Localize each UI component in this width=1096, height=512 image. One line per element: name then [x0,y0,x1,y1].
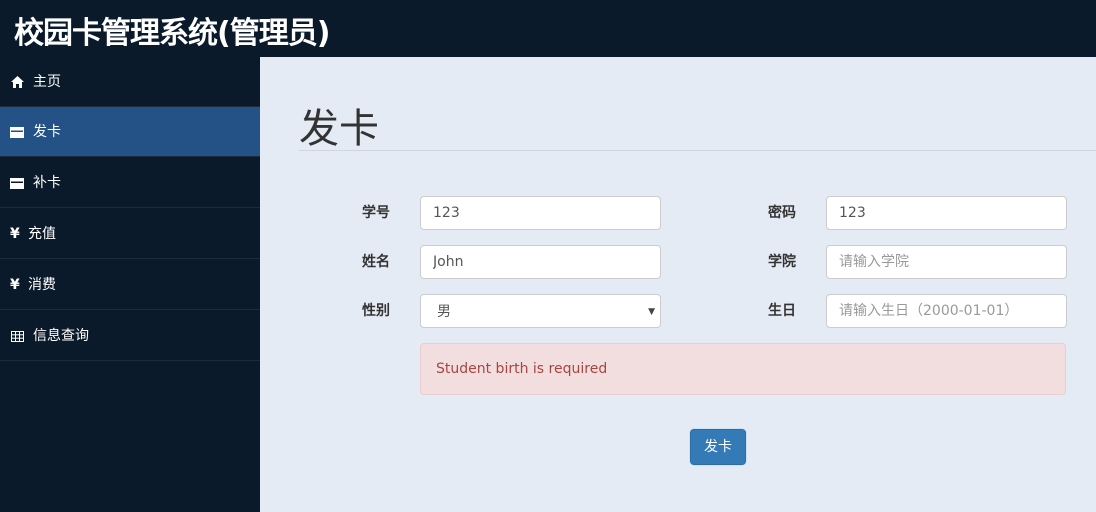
card-icon [10,125,24,139]
table-icon [10,329,24,343]
college-label: 学院 [768,254,796,270]
student-id-input[interactable] [420,196,661,230]
yen-icon: ¥ [10,226,20,242]
sidebar: 主页 发卡 补卡 ¥ 充值 ¥ 消费 信息查询 [0,57,260,512]
gender-label: 性别 [362,303,390,319]
birthday-input[interactable] [826,294,1067,328]
card-icon [10,176,24,190]
student-id-label: 学号 [362,205,390,221]
sidebar-item-label: 信息查询 [33,328,89,344]
gender-select[interactable]: 男 ▼ [420,294,661,328]
sidebar-item-home[interactable]: 主页 [0,57,260,107]
sidebar-item-recharge[interactable]: ¥ 充值 [0,209,260,259]
app-title: 校园卡管理系统(管理员) [14,16,330,51]
page-title: 发卡 [299,106,379,152]
sidebar-item-reissue-card[interactable]: 补卡 [0,158,260,208]
issue-card-button[interactable]: 发卡 [690,429,746,465]
main-content: 发卡 学号 密码 姓名 学院 性别 男 ▼ 生日 Student birth i… [260,57,1096,512]
sidebar-item-label: 发卡 [33,124,61,140]
title-divider [299,150,1096,151]
error-message: Student birth is required [436,361,608,377]
sidebar-item-label: 消费 [28,277,56,293]
sidebar-item-consume[interactable]: ¥ 消费 [0,260,260,310]
sidebar-item-info-query[interactable]: 信息查询 [0,311,260,361]
home-icon [10,75,24,89]
sidebar-item-label: 主页 [33,74,61,90]
college-input[interactable] [826,245,1067,279]
sidebar-item-issue-card[interactable]: 发卡 [0,107,260,157]
sidebar-item-label: 补卡 [33,175,61,191]
password-input[interactable] [826,196,1067,230]
sidebar-item-label: 充值 [28,226,56,242]
name-input[interactable] [420,245,661,279]
name-label: 姓名 [362,254,390,270]
dropdown-arrow-icon: ▼ [648,307,655,317]
error-alert: Student birth is required [420,343,1066,395]
top-bar: 校园卡管理系统(管理员) [0,0,1096,57]
birthday-label: 生日 [768,303,796,319]
yen-icon: ¥ [10,277,20,293]
password-label: 密码 [768,205,796,221]
gender-select-value: 男 [437,304,451,320]
